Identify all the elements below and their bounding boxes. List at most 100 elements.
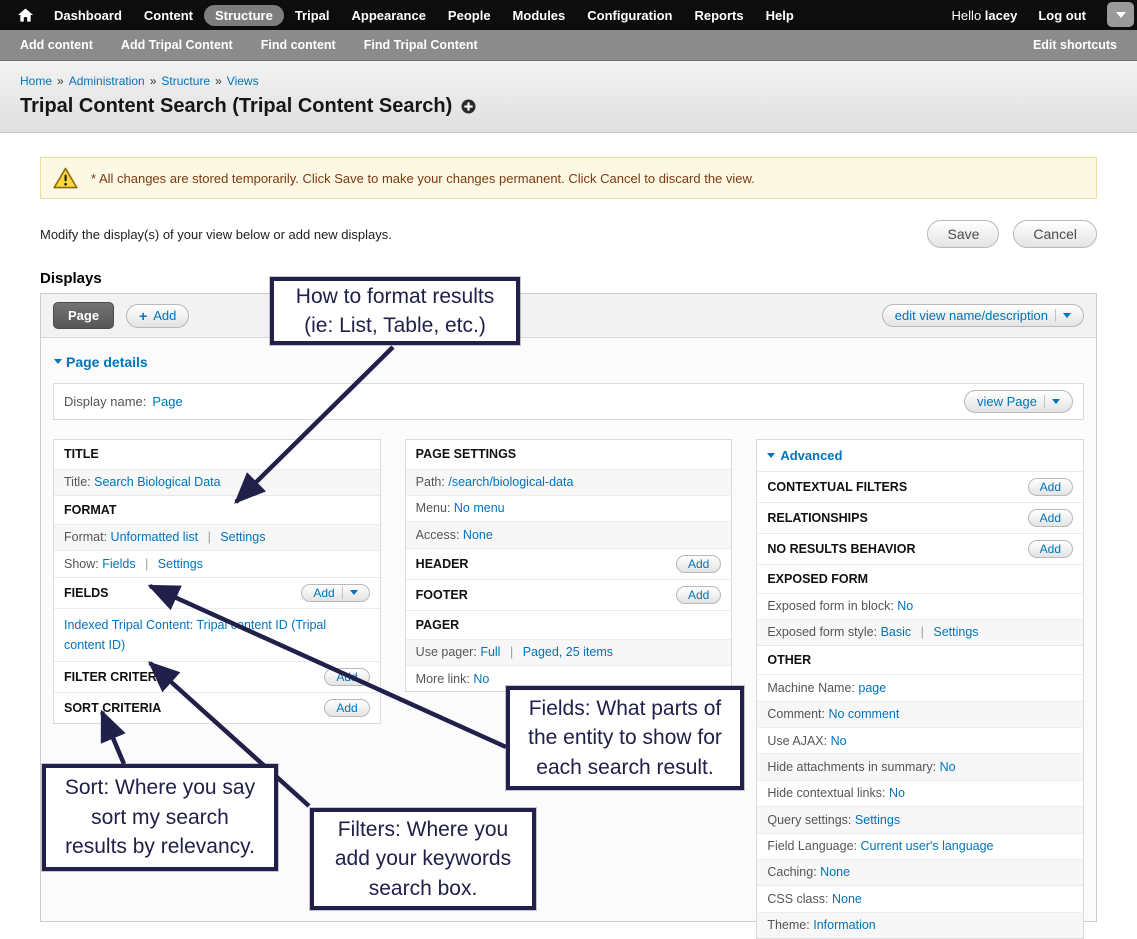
tab-page[interactable]: Page xyxy=(53,302,114,329)
advanced-toggle[interactable]: Advanced xyxy=(757,440,1083,471)
header-add-button[interactable]: Add xyxy=(676,555,721,573)
warning-text: * All changes are stored temporarily. Cl… xyxy=(91,171,755,186)
no-results-add-button[interactable]: Add xyxy=(1028,540,1073,558)
breadcrumb-structure[interactable]: Structure xyxy=(161,74,210,88)
comment-link[interactable]: No comment xyxy=(828,707,899,721)
logout-link[interactable]: Log out xyxy=(1027,5,1097,26)
cancel-button[interactable]: Cancel xyxy=(1013,220,1097,248)
toolbar-item-content[interactable]: Content xyxy=(133,5,204,26)
toolbar-item-people[interactable]: People xyxy=(437,5,502,26)
query-settings-row: Query settings: Settings xyxy=(757,806,1083,832)
title-value-link[interactable]: Search Biological Data xyxy=(94,475,220,489)
hide-attachments-row: Hide attachments in summary: No xyxy=(757,753,1083,779)
section-other-header: OTHER xyxy=(757,645,1083,674)
machine-name-link[interactable]: page xyxy=(858,681,886,695)
chevron-down-icon xyxy=(1116,12,1126,18)
hide-attachments-link[interactable]: No xyxy=(940,760,956,774)
field-language-row: Field Language: Current user's language xyxy=(757,833,1083,859)
show-value-link[interactable]: Fields xyxy=(102,557,135,571)
use-pager-full-link[interactable]: Full xyxy=(480,645,500,659)
toolbar-item-configuration[interactable]: Configuration xyxy=(576,5,683,26)
pipe-separator: | xyxy=(145,557,148,571)
pipe-separator: | xyxy=(510,645,513,659)
caching-link[interactable]: None xyxy=(820,865,850,879)
sort-add-button[interactable]: Add xyxy=(324,699,369,717)
add-display-button[interactable]: +Add xyxy=(126,304,189,328)
section-no-results-header: NO RESULTS BEHAVIOR Add xyxy=(757,533,1083,564)
warning-message: * All changes are stored temporarily. Cl… xyxy=(40,157,1097,199)
collapse-triangle-icon xyxy=(767,453,775,458)
hide-contextual-links-link[interactable]: No xyxy=(889,786,905,800)
toolbar-toggle-button[interactable] xyxy=(1107,2,1134,27)
query-settings-link[interactable]: Settings xyxy=(855,813,900,827)
toolbar-item-dashboard[interactable]: Dashboard xyxy=(43,5,133,26)
breadcrumb-separator: » xyxy=(57,74,64,88)
theme-link[interactable]: Information xyxy=(813,918,876,932)
use-ajax-link[interactable]: No xyxy=(831,734,847,748)
pipe-separator: | xyxy=(208,530,211,544)
toolbar-item-reports[interactable]: Reports xyxy=(684,5,755,26)
save-button[interactable]: Save xyxy=(927,220,999,248)
shortcut-find-content[interactable]: Find content xyxy=(261,38,336,52)
displays-panel: Page +Add edit view name/description Pag… xyxy=(40,293,1097,922)
breadcrumb-administration[interactable]: Administration xyxy=(69,74,145,88)
access-value-link[interactable]: None xyxy=(463,528,493,542)
intro-text: Modify the display(s) of your view below… xyxy=(40,227,392,242)
menu-value-link[interactable]: No menu xyxy=(454,501,505,515)
shortcut-add-content[interactable]: Add content xyxy=(20,38,93,52)
button-divider xyxy=(342,586,343,599)
add-shortcut-icon[interactable] xyxy=(461,99,476,114)
toolbar-item-appearance[interactable]: Appearance xyxy=(341,5,437,26)
shortcut-find-tripal-content[interactable]: Find Tripal Content xyxy=(364,38,478,52)
use-pager-paged-link[interactable]: Paged, 25 items xyxy=(523,645,613,659)
toolbar-item-help[interactable]: Help xyxy=(755,5,805,26)
chevron-down-icon xyxy=(1052,399,1060,404)
display-name-link[interactable]: Page xyxy=(152,394,182,409)
page-header: Home»Administration»Structure»Views Trip… xyxy=(0,61,1137,133)
css-class-link[interactable]: None xyxy=(832,892,862,906)
collapse-triangle-icon xyxy=(54,359,62,364)
breadcrumb-separator: » xyxy=(215,74,222,88)
exposed-block-value-link[interactable]: No xyxy=(897,599,913,613)
footer-add-button[interactable]: Add xyxy=(676,586,721,604)
breadcrumb: Home » Administration » Structure » Views xyxy=(20,74,1117,88)
title-row: Title: Search Biological Data xyxy=(54,469,380,495)
toolbar-item-modules[interactable]: Modules xyxy=(502,5,577,26)
shortcuts-bar: Add content Add Tripal Content Find cont… xyxy=(0,30,1137,61)
breadcrumb-views[interactable]: Views xyxy=(227,74,259,88)
contextual-filters-add-button[interactable]: Add xyxy=(1028,478,1073,496)
pipe-separator: | xyxy=(921,625,924,639)
shortcut-add-tripal-content[interactable]: Add Tripal Content xyxy=(121,38,233,52)
format-settings-link[interactable]: Settings xyxy=(220,530,265,544)
use-ajax-row: Use AJAX: No xyxy=(757,727,1083,753)
format-value-link[interactable]: Unformatted list xyxy=(111,530,199,544)
exposed-style-row: Exposed form style: Basic | Settings xyxy=(757,619,1083,645)
path-value-link[interactable]: /search/biological-data xyxy=(448,475,573,489)
home-icon[interactable] xyxy=(10,8,43,22)
section-contextual-filters-header: CONTEXTUAL FILTERS Add xyxy=(757,471,1083,502)
column-page-settings: PAGE SETTINGS Path: /search/biological-d… xyxy=(405,439,733,693)
edit-shortcuts-link[interactable]: Edit shortcuts xyxy=(1033,38,1117,52)
view-page-button[interactable]: view Page xyxy=(964,390,1073,413)
exposed-block-row: Exposed form in block: No xyxy=(757,593,1083,619)
column-fields: TITLE Title: Search Biological Data FORM… xyxy=(53,439,381,724)
exposed-style-settings-link[interactable]: Settings xyxy=(933,625,978,639)
relationships-add-button[interactable]: Add xyxy=(1028,509,1073,527)
chevron-down-icon xyxy=(350,590,358,595)
more-link-value-link[interactable]: No xyxy=(473,672,489,686)
page-details-toggle[interactable]: Page details xyxy=(54,354,148,370)
show-settings-link[interactable]: Settings xyxy=(158,557,203,571)
exposed-style-value-link[interactable]: Basic xyxy=(881,625,912,639)
column-advanced: Advanced CONTEXTUAL FILTERS Add RELATION… xyxy=(756,439,1084,939)
fields-add-button[interactable]: Add xyxy=(301,584,369,602)
filter-add-button[interactable]: Add xyxy=(324,668,369,686)
chevron-down-icon xyxy=(1063,313,1071,318)
toolbar-item-tripal[interactable]: Tripal xyxy=(284,5,341,26)
plus-icon: + xyxy=(139,308,147,324)
breadcrumb-home[interactable]: Home xyxy=(20,74,52,88)
breadcrumb-separator: » xyxy=(150,74,157,88)
edit-view-name-button[interactable]: edit view name/description xyxy=(882,304,1084,327)
fields-item-link[interactable]: Indexed Tripal Content: Tripal content I… xyxy=(64,618,326,652)
field-language-link[interactable]: Current user's language xyxy=(860,839,993,853)
toolbar-item-structure[interactable]: Structure xyxy=(204,5,284,26)
